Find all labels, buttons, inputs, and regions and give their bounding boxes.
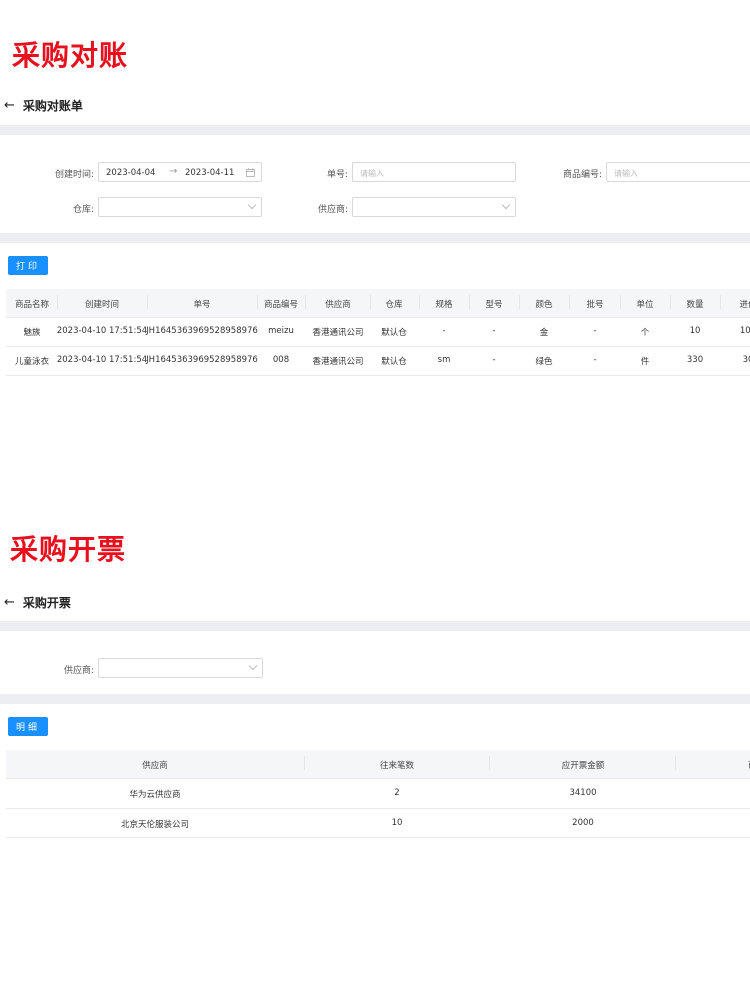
section2-column-header: 应开票金额	[561, 761, 605, 771]
section2-column-header: 供应商	[142, 761, 168, 771]
section2-column-header: 往来笔数	[379, 761, 414, 771]
column-divider	[675, 756, 676, 770]
section2-table-cell: 34100	[569, 788, 597, 798]
section2-column-header: 已	[692, 759, 750, 771]
section2-table-cell: 华为云供应商	[129, 790, 181, 800]
section2-table-cell: 2000	[572, 818, 594, 828]
section2-table-cell: 2	[394, 788, 400, 798]
column-divider	[304, 756, 305, 770]
column-divider	[489, 756, 490, 770]
section2-table-cell: 北京天伦服装公司	[120, 820, 189, 830]
row-divider	[6, 808, 750, 809]
row-divider	[6, 837, 750, 838]
row-divider	[6, 778, 750, 779]
section2-table-cell: 10	[391, 818, 403, 828]
